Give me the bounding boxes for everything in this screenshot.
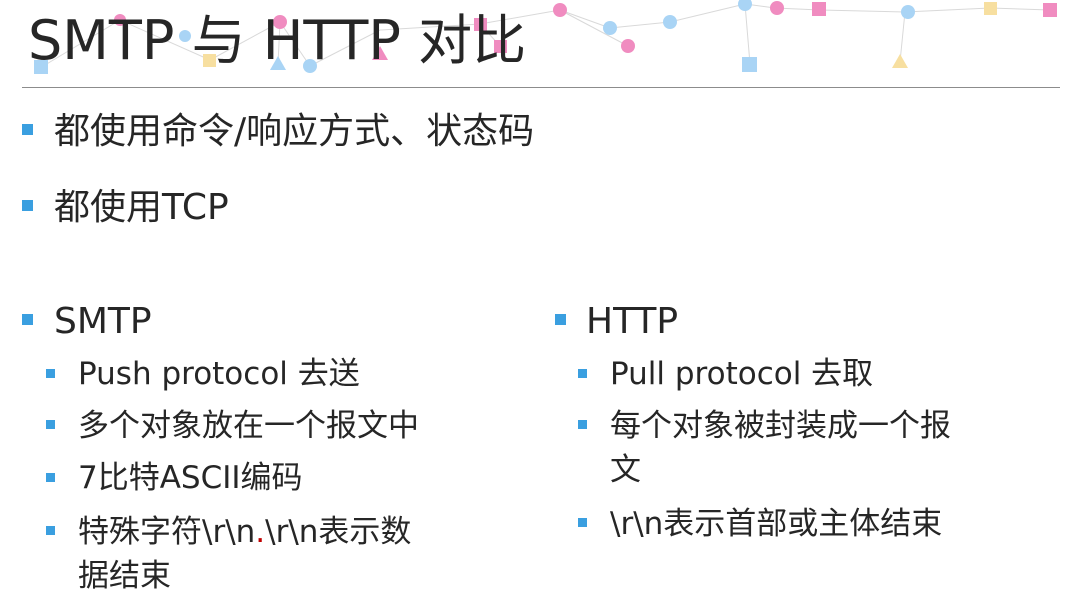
decor-node	[742, 57, 757, 72]
http-item-one-object-line1: 每个对象被封装成一个报	[610, 408, 951, 444]
smtp-item-terminator: 特殊字符\r\n.\r\n表示数 据结束	[78, 510, 411, 598]
decor-node	[984, 2, 997, 15]
highlighted-dot: .	[255, 514, 266, 550]
decor-node	[1043, 3, 1057, 17]
smtp-item-multi-object: 多个对象放在一个报文中	[78, 408, 419, 444]
smtp-item-terminator-part1: 特殊字符\r\n	[78, 514, 256, 550]
decor-node	[770, 1, 784, 15]
bullet-square-icon	[22, 124, 33, 135]
http-heading: HTTP	[586, 301, 679, 342]
smtp-heading: SMTP	[54, 301, 152, 342]
sub-bullet-square-icon	[578, 369, 587, 378]
sub-bullet-square-icon	[46, 473, 55, 482]
top-bullet-commands: 都使用命令/响应方式、状态码	[54, 111, 535, 152]
decor-node	[812, 2, 826, 16]
title-divider	[22, 87, 1060, 88]
http-item-one-object: 每个对象被封装成一个报 文	[610, 404, 951, 492]
decor-node	[892, 54, 908, 68]
smtp-item-terminator-line2: 据结束	[78, 558, 171, 594]
sub-bullet-square-icon	[578, 518, 587, 527]
decor-node	[603, 21, 617, 35]
smtp-item-terminator-part2: \r\n表示数	[265, 514, 412, 550]
decor-node	[553, 3, 567, 17]
sub-bullet-square-icon	[578, 420, 587, 429]
smtp-item-push: Push protocol 去送	[78, 356, 360, 392]
bullet-square-icon	[22, 200, 33, 211]
decor-node	[621, 39, 635, 53]
bullet-square-icon	[555, 314, 566, 325]
decor-node	[901, 5, 915, 19]
decor-node	[738, 0, 752, 11]
top-bullet-tcp: 都使用TCP	[54, 187, 229, 228]
decor-node	[663, 15, 677, 29]
sub-bullet-square-icon	[46, 369, 55, 378]
http-item-pull: Pull protocol 去取	[610, 356, 874, 392]
smtp-item-ascii: 7比特ASCII编码	[78, 460, 303, 496]
bullet-square-icon	[22, 314, 33, 325]
http-item-terminator: \r\n表示首部或主体结束	[610, 506, 943, 542]
http-item-one-object-line2: 文	[610, 452, 641, 488]
sub-bullet-square-icon	[46, 526, 55, 535]
slide-title: SMTP 与 HTTP 对比	[28, 9, 527, 72]
sub-bullet-square-icon	[46, 420, 55, 429]
